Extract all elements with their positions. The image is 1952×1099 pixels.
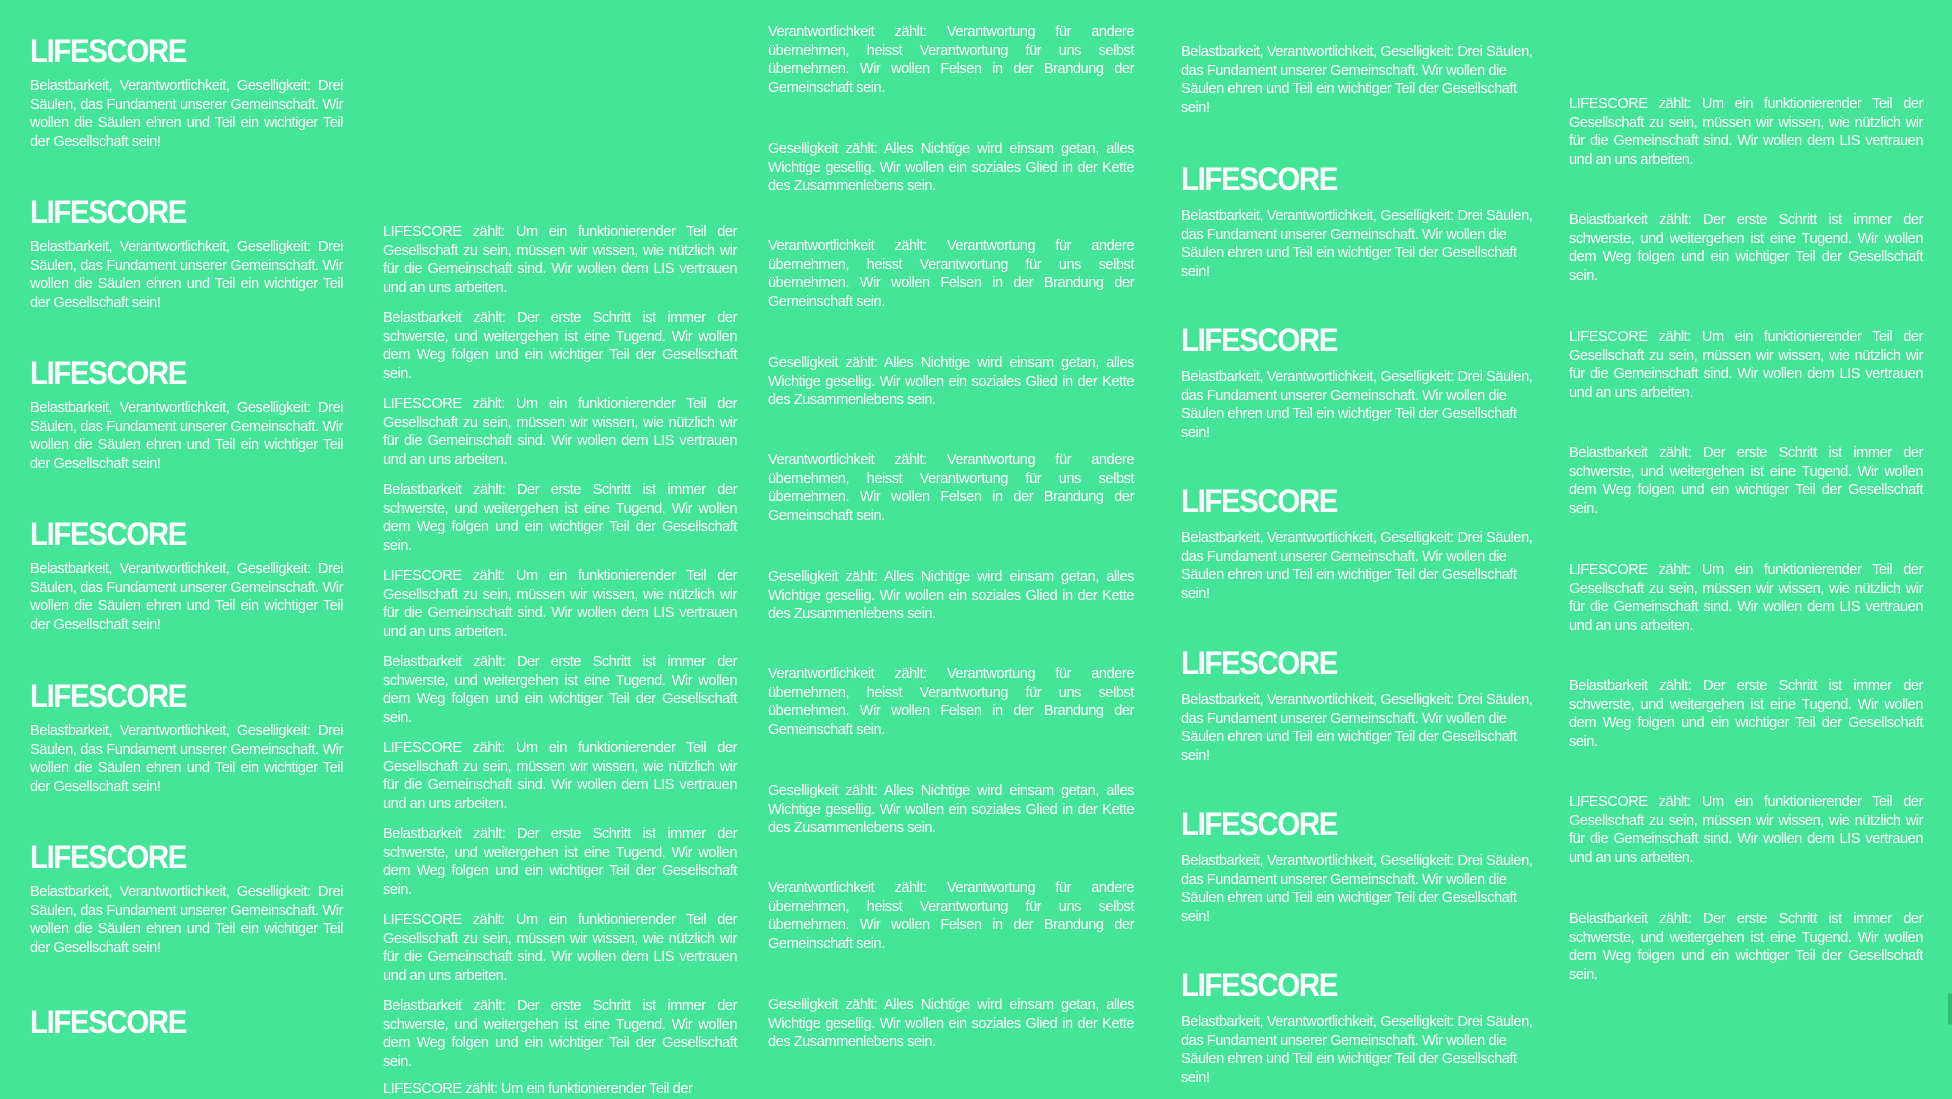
lifescore-paragraph: LIFESCORE zählt: Um ein funktionierender… [383, 224, 737, 296]
lifescore-paragraph: LIFESCORE zählt: Um ein funktionierender… [1569, 794, 1923, 866]
lifescore-heading: LIFESCORE [30, 839, 187, 875]
pillars-paragraph: Belastbarkeit, Verantwortlichkeit, Gesel… [1181, 692, 1533, 764]
lifescore-paragraph: LIFESCORE zählt: Um ein funktionierender… [383, 740, 737, 812]
pillars-paragraph: Belastbarkeit, Verantwortlichkeit, Gesel… [30, 239, 343, 311]
lifescore-block: LIFESCORE Belastbarkeit, Verantwortlichk… [1181, 322, 1540, 442]
belastbarkeit-paragraph: Belastbarkeit zählt: Der erste Schritt i… [383, 826, 737, 898]
belastbarkeit-paragraph: Belastbarkeit zählt: Der erste Schritt i… [383, 654, 737, 726]
lifescore-paragraph: LIFESCORE zählt: Um ein funktionierender… [1569, 329, 1923, 401]
pillars-paragraph: Belastbarkeit, Verantwortlichkeit, Gesel… [1181, 369, 1533, 441]
pillars-paragraph: Belastbarkeit, Verantwortlichkeit, Gesel… [30, 400, 343, 472]
lifescore-block: LIFESCORE Belastbarkeit, Verantwortlichk… [1181, 967, 1540, 1087]
pillars-paragraph: Belastbarkeit, Verantwortlichkeit, Gesel… [30, 723, 343, 795]
belastbarkeit-paragraph: Belastbarkeit zählt: Der erste Schritt i… [383, 482, 737, 554]
lifescore-block: LIFESCORE Belastbarkeit, Verantwortlichk… [30, 516, 343, 634]
lifescore-heading: LIFESCORE [30, 33, 187, 69]
lifescore-block: LIFESCORE Belastbarkeit, Verantwortlichk… [30, 678, 343, 796]
lifescore-heading: LIFESCORE [30, 1004, 187, 1040]
verantwortlichkeit-paragraph: Verantwortlichkeit zählt: Verantwortung … [768, 880, 1134, 952]
lifescore-block: LIFESCORE Belastbarkeit, Verantwortlichk… [1181, 806, 1540, 926]
pillars-paragraph: Belastbarkeit, Verantwortlichkeit, Gesel… [1181, 44, 1533, 116]
lifescore-block: LIFESCORE Belastbarkeit, Verantwortlichk… [30, 839, 343, 957]
lifescore-heading: LIFESCORE [1181, 806, 1338, 842]
pillars-paragraph: Belastbarkeit, Verantwortlichkeit, Gesel… [1181, 1014, 1533, 1086]
lifescore-paragraph: LIFESCORE zählt: Um ein funktionierender… [383, 912, 737, 984]
lifescore-heading: LIFESCORE [1181, 967, 1338, 1003]
lifescore-heading: LIFESCORE [30, 516, 187, 552]
belastbarkeit-paragraph: Belastbarkeit zählt: Der erste Schritt i… [1569, 911, 1923, 983]
verantwortlichkeit-paragraph: Verantwortlichkeit zählt: Verantwortung … [768, 452, 1134, 524]
belastbarkeit-paragraph: Belastbarkeit zählt: Der erste Schritt i… [1569, 212, 1923, 284]
lifescore-heading: LIFESCORE [1181, 483, 1338, 519]
geselligkeit-paragraph: Geselligkeit zählt: Alles Nichtige wird … [768, 569, 1134, 622]
lifescore-block: LIFESCORE Belastbarkeit, Verantwortlichk… [30, 33, 343, 151]
lifescore-block: LIFESCORE Belastbarkeit, Verantwortlichk… [30, 194, 343, 312]
scroll-indicator[interactable] [1948, 993, 1952, 1025]
pillars-paragraph: Belastbarkeit, Verantwortlichkeit, Gesel… [1181, 853, 1533, 925]
belastbarkeit-paragraph: Belastbarkeit zählt: Der erste Schritt i… [383, 310, 737, 382]
geselligkeit-paragraph: Geselligkeit zählt: Alles Nichtige wird … [768, 141, 1134, 194]
lifescore-heading: LIFESCORE [1181, 161, 1338, 197]
pillars-paragraph: Belastbarkeit, Verantwortlichkeit, Gesel… [1181, 530, 1533, 602]
geselligkeit-paragraph: Geselligkeit zählt: Alles Nichtige wird … [768, 997, 1134, 1050]
lifescore-paragraph: LIFESCORE zählt: Um ein funktionierender… [1569, 96, 1923, 168]
verantwortlichkeit-paragraph: Verantwortlichkeit zählt: Verantwortung … [768, 238, 1134, 310]
belastbarkeit-paragraph: Belastbarkeit zählt: Der erste Schritt i… [1569, 678, 1923, 750]
geselligkeit-paragraph: Geselligkeit zählt: Alles Nichtige wird … [768, 783, 1134, 836]
pillars-paragraph: Belastbarkeit, Verantwortlichkeit, Gesel… [30, 561, 343, 633]
lifescore-block: LIFESCORE Belastbarkeit, Verantwortlichk… [30, 355, 343, 473]
lifescore-heading: LIFESCORE [30, 678, 187, 714]
pillars-paragraph: Belastbarkeit, Verantwortlichkeit, Gesel… [30, 884, 343, 956]
lifescore-heading: LIFESCORE [30, 194, 187, 230]
geselligkeit-paragraph: Geselligkeit zählt: Alles Nichtige wird … [768, 355, 1134, 408]
lifescore-paragraph: LIFESCORE zählt: Um ein funktionierender… [383, 396, 737, 468]
lifescore-block: LIFESCORE Belastbarkeit, Verantwortlichk… [1181, 645, 1540, 765]
verantwortlichkeit-paragraph: Verantwortlichkeit zählt: Verantwortung … [768, 666, 1134, 738]
lifescore-paragraph: LIFESCORE zählt: Um ein funktionierender… [383, 568, 737, 640]
partial-paragraph: LIFESCORE zählt: Um ein funktionierender… [383, 1081, 693, 1097]
lifescore-heading: LIFESCORE [1181, 645, 1338, 681]
lifescore-block: LIFESCORE Belastbarkeit, Verantwortlichk… [1181, 483, 1540, 603]
lifescore-heading: LIFESCORE [1181, 322, 1338, 358]
belastbarkeit-paragraph: Belastbarkeit zählt: Der erste Schritt i… [1569, 445, 1923, 517]
lifescore-paragraph: LIFESCORE zählt: Um ein funktionierender… [1569, 562, 1923, 634]
belastbarkeit-paragraph: Belastbarkeit zählt: Der erste Schritt i… [383, 998, 737, 1070]
pillars-paragraph: Belastbarkeit, Verantwortlichkeit, Gesel… [30, 78, 343, 150]
lifescore-heading: LIFESCORE [30, 355, 187, 391]
pillars-paragraph: Belastbarkeit, Verantwortlichkeit, Gesel… [1181, 208, 1533, 280]
lifescore-block: LIFESCORE Belastbarkeit, Verantwortlichk… [1181, 161, 1540, 281]
verantwortlichkeit-paragraph: Verantwortlichkeit zählt: Verantwortung … [768, 24, 1134, 96]
lifescore-block: LIFESCORE [30, 1004, 343, 1048]
